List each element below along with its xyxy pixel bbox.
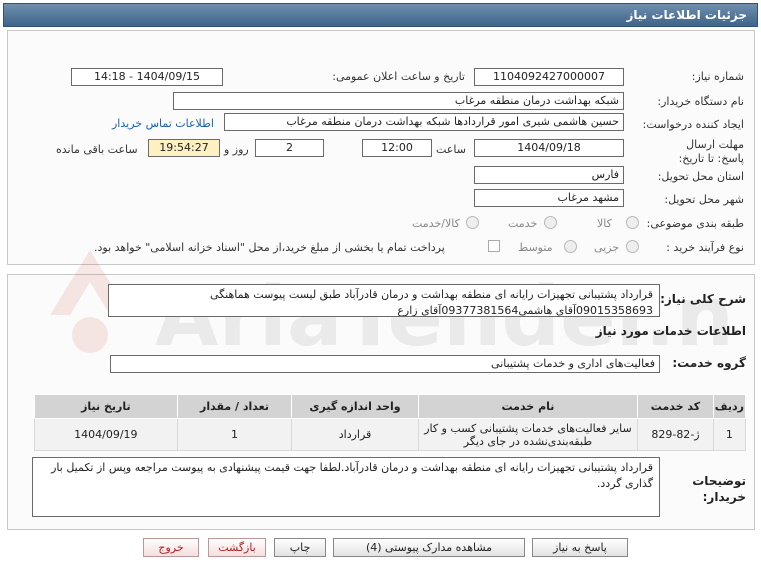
view-attachments-button[interactable]: مشاهده مدارک پیوستی (4) [333,538,525,557]
province-field: فارس [474,166,624,184]
city-label: شهر محل تحویل: [664,193,744,206]
cell-need-date: 1404/09/19 [34,418,178,451]
creator-field: حسین هاشمی شیری امور قراردادها شبکه بهدا… [224,113,624,131]
back-button[interactable]: بازگشت [208,538,266,557]
remaining-time-field: 19:54:27 [148,139,220,157]
process-label: نوع فرآیند خرید : [666,241,744,254]
table-header-row: ردیف کد خدمت نام خدمت واحد اندازه گیری ت… [34,394,747,419]
reply-button[interactable]: پاسخ به نیاز [532,538,628,557]
table-row: 1 ژ-82-829 سایر فعالیت‌های خدمات پشتیبان… [34,418,747,451]
remaining-label: ساعت باقی مانده [56,143,138,156]
cell-service-code: ژ-82-829 [637,418,714,451]
need-number-label: شماره نیاز: [691,70,744,83]
treasury-checkbox[interactable] [488,240,500,252]
service-group-label: گروه خدمت: [672,356,746,370]
process-partial-label: جزیی [594,241,620,254]
category-both-radio[interactable] [466,216,479,229]
process-medium-radio[interactable] [564,240,577,253]
province-label: استان محل تحویل: [657,170,744,183]
category-goods-label: کالا [597,217,612,230]
cell-row: 1 [712,418,747,451]
col-need-date: تاریخ نیاز [34,394,178,419]
cell-service-name: سایر فعالیت‌های خدمات پشتیبانی کسب و کار… [417,418,639,451]
days-field: 2 [255,139,324,157]
process-partial-radio[interactable] [626,240,639,253]
city-field: مشهد مرغاب [474,189,624,207]
buyer-notes-label: توضیحات خریدار: [692,474,746,504]
summary-label: شرح کلی نیاز: [660,292,746,306]
days-label: روز و [224,143,249,156]
col-service-code: کد خدمت [637,394,714,419]
col-service-name: نام خدمت [417,394,639,419]
category-service-radio[interactable] [544,216,557,229]
deadline-date-field: 1404/09/18 [474,139,624,157]
exit-button[interactable]: خروج [143,538,199,557]
announce-label: تاریخ و ساعت اعلان عمومی: [332,70,465,83]
process-medium-label: متوسط [518,241,553,254]
buyer-contact-link[interactable]: اطلاعات تماس خریدار [112,117,214,130]
category-label: طبقه بندی موضوعی: [646,217,744,230]
category-service-label: خدمت [508,217,538,230]
buyer-notes-textarea[interactable]: قرارداد پشتیبانی تجهیزات رایانه ای منطقه… [32,457,660,517]
category-both-label: کالا/خدمت [412,217,460,230]
summary-textarea[interactable]: قرارداد پشتیبانی تجهیزات رایانه ای منطقه… [108,284,660,317]
service-group-field: فعالیت‌های اداری و خدمات پشتیبانی [110,355,660,373]
category-goods-radio[interactable] [626,216,639,229]
col-row: ردیف [712,394,747,419]
col-quantity: تعداد / مقدار [176,394,293,419]
deadline-time-field: 12:00 [362,139,432,157]
buyer-org-label: نام دستگاه خریدار: [657,95,744,108]
services-section-title: اطلاعات خدمات مورد نیاز [595,324,746,338]
print-button[interactable]: چاپ [274,538,326,557]
services-table: ردیف کد خدمت نام خدمت واحد اندازه گیری ت… [34,394,747,451]
buyer-org-field: شبکه بهداشت درمان منطقه مرغاب [173,92,624,110]
cell-unit: قرارداد [291,418,419,451]
need-number-field: 1104092427000007 [474,68,624,86]
col-unit: واحد اندازه گیری [291,394,419,419]
announce-field: 1404/09/15 - 14:18 [71,68,223,86]
time-label: ساعت [436,143,466,156]
deadline-label: مهلت ارسال پاسخ: تا تاریخ: [678,138,744,165]
payment-note: پرداخت تمام یا بخشی از مبلغ خرید،از محل … [94,241,445,254]
creator-label: ایجاد کننده درخواست: [642,118,744,131]
page-title: جزئیات اطلاعات نیاز [3,3,758,27]
cell-quantity: 1 [176,418,293,451]
